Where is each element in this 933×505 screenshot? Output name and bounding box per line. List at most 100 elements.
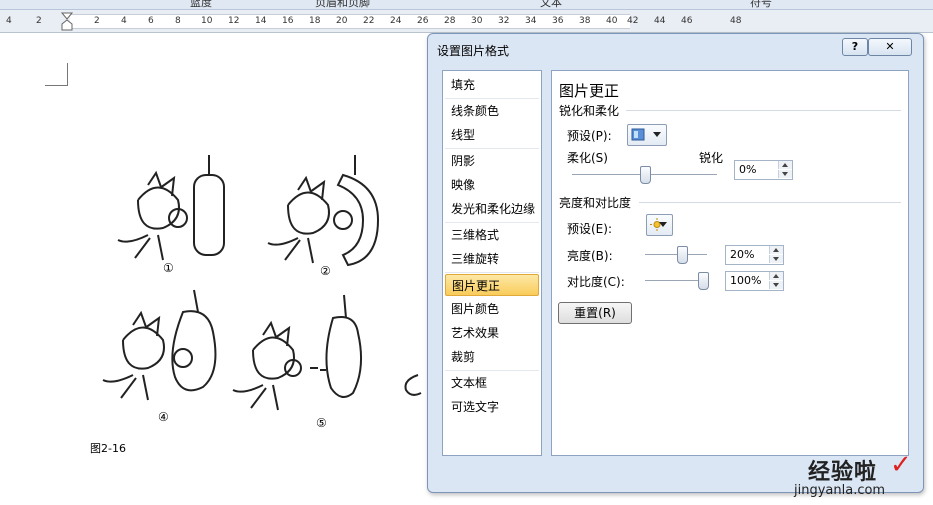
checkmark-icon: ✓	[890, 450, 912, 480]
figure-label: ⑤	[316, 416, 327, 430]
sharpen-value[interactable]: 0%	[739, 163, 756, 176]
indent-marker-icon[interactable]	[61, 12, 73, 32]
figure-caption: 图2-16	[90, 442, 126, 455]
ribbon-strip: 蓝度 页眉和页脚 文本 符号	[0, 0, 933, 10]
nav-item-picture-color[interactable]: 图片颜色	[445, 298, 539, 320]
nav-item-crop[interactable]: 裁剪	[445, 346, 539, 368]
ruler-text-area	[70, 14, 630, 29]
chevron-down-icon	[653, 132, 661, 137]
ruler-number: 42	[627, 16, 639, 26]
ribbon-group-label[interactable]: 文本	[540, 0, 562, 10]
nav-item-alt-text[interactable]: 可选文字	[445, 396, 539, 418]
ruler-number: 26	[417, 16, 429, 26]
nav-separator	[445, 98, 539, 99]
nav-item-line-color[interactable]: 线条颜色	[445, 100, 539, 122]
nav-item-glow-soft-edges[interactable]: 发光和柔化边缘	[445, 198, 539, 220]
ruler-number: 12	[228, 16, 240, 26]
ruler-number: 28	[444, 16, 456, 26]
watermark-text: 经验啦	[808, 460, 878, 485]
ruler-number: 30	[471, 16, 483, 26]
ruler-number: 40	[606, 16, 618, 26]
ruler-number: 4	[6, 16, 12, 26]
section-divider	[626, 110, 901, 111]
ruler-number: 6	[148, 16, 154, 26]
sharpen-preset-dropdown[interactable]	[627, 124, 667, 146]
ruler-number: 20	[336, 16, 348, 26]
ruler-number: 2	[36, 16, 42, 26]
nav-item-3d-rotation[interactable]: 三维旋转	[445, 248, 539, 270]
nav-item-fill[interactable]: 填充	[445, 74, 539, 96]
brightness-preset-dropdown[interactable]	[646, 214, 673, 236]
format-picture-dialog: 设置图片格式 ? ✕ 填充 线条颜色 线型 阴影 映像 发光和柔化边缘 三维格式…	[427, 33, 924, 493]
ruler-number: 24	[390, 16, 402, 26]
sharpen-preset-icon	[631, 128, 645, 141]
close-button[interactable]: ✕	[868, 38, 912, 56]
ruler-number: 22	[363, 16, 375, 26]
ribbon-group-label[interactable]: 页眉和页脚	[315, 0, 370, 10]
nav-separator	[445, 272, 539, 273]
spin-down-icon[interactable]	[769, 255, 783, 263]
nav-separator	[445, 222, 539, 223]
soften-label: 柔化(S)	[567, 151, 608, 165]
reset-button[interactable]: 重置(R)	[558, 302, 632, 324]
spin-down-icon[interactable]	[778, 170, 792, 178]
spin-down-icon[interactable]	[769, 281, 783, 289]
spin-up-icon[interactable]	[769, 246, 783, 254]
brightness-label: 亮度(B):	[567, 249, 613, 263]
sharpen-slider-thumb[interactable]	[640, 166, 651, 184]
brightness-value[interactable]: 20%	[730, 248, 754, 261]
brightness-value-spinner[interactable]: 20%	[725, 245, 784, 265]
ruler-number: 4	[121, 16, 127, 26]
contrast-value-spinner[interactable]: 100%	[725, 271, 784, 291]
ruler-number: 8	[175, 16, 181, 26]
ruler-number: 46	[681, 16, 693, 26]
sharpen-label: 锐化	[699, 151, 724, 165]
category-nav: 填充 线条颜色 线型 阴影 映像 发光和柔化边缘 三维格式 三维旋转 图片更正 …	[442, 70, 542, 456]
cat-boxing-illustration	[102, 155, 422, 411]
nav-item-picture-corrections[interactable]: 图片更正	[445, 274, 539, 296]
ruler-number: 2	[94, 16, 100, 26]
figure-label: ④	[158, 410, 169, 424]
section-divider	[639, 202, 901, 203]
spin-up-icon[interactable]	[778, 161, 792, 169]
nav-item-line-style[interactable]: 线型	[445, 124, 539, 146]
nav-item-reflection[interactable]: 映像	[445, 174, 539, 196]
nav-separator	[445, 148, 539, 149]
nav-separator	[445, 370, 539, 371]
brightness-slider-track[interactable]	[645, 254, 707, 256]
horizontal-ruler[interactable]: 4 2 2 4 6 8 10 12 14 16 18 20 22 24 26 28 30 32 34 36 38 40 42…	[0, 10, 933, 33]
ruler-number: 14	[255, 16, 267, 26]
brightness-contrast-heading: 亮度和对比度	[559, 196, 632, 210]
brightness-preset-label: 预设(E):	[567, 222, 612, 236]
page-corner-mark	[45, 63, 68, 86]
ruler-number: 34	[525, 16, 537, 26]
sharpen-soften-heading: 锐化和柔化	[559, 104, 620, 118]
watermark-logo: 经验啦 ✓ jingyanla.com	[790, 450, 930, 502]
dialog-title: 设置图片格式	[437, 44, 510, 58]
watermark-url: jingyanla.com	[794, 483, 886, 498]
figure-label: ①	[163, 261, 174, 275]
spin-up-icon[interactable]	[769, 272, 783, 280]
ruler-number: 32	[498, 16, 510, 26]
picture-corrections-pane: 图片更正 锐化和柔化 预设(P): 柔化(S) 锐化 0% 亮度和对比度 预设(…	[551, 70, 909, 456]
ribbon-group-label[interactable]: 符号	[750, 0, 772, 10]
nav-item-artistic-effects[interactable]: 艺术效果	[445, 322, 539, 344]
ruler-number: 16	[282, 16, 294, 26]
contrast-slider-thumb[interactable]	[698, 272, 709, 290]
nav-item-text-box[interactable]: 文本框	[445, 372, 539, 394]
sharpen-value-spinner[interactable]: 0%	[734, 160, 793, 180]
ruler-number: 44	[654, 16, 666, 26]
ruler-number: 36	[552, 16, 564, 26]
ruler-number: 48	[730, 16, 742, 26]
ruler-number: 38	[579, 16, 591, 26]
nav-item-3d-format[interactable]: 三维格式	[445, 224, 539, 246]
nav-item-shadow[interactable]: 阴影	[445, 150, 539, 172]
pane-title: 图片更正	[559, 82, 620, 100]
help-button[interactable]: ?	[842, 38, 868, 56]
contrast-value[interactable]: 100%	[730, 274, 761, 287]
chevron-down-icon	[659, 222, 667, 227]
contrast-label: 对比度(C):	[567, 275, 625, 289]
ribbon-group-label[interactable]: 蓝度	[190, 0, 212, 10]
ruler-number: 18	[309, 16, 321, 26]
brightness-slider-thumb[interactable]	[677, 246, 688, 264]
